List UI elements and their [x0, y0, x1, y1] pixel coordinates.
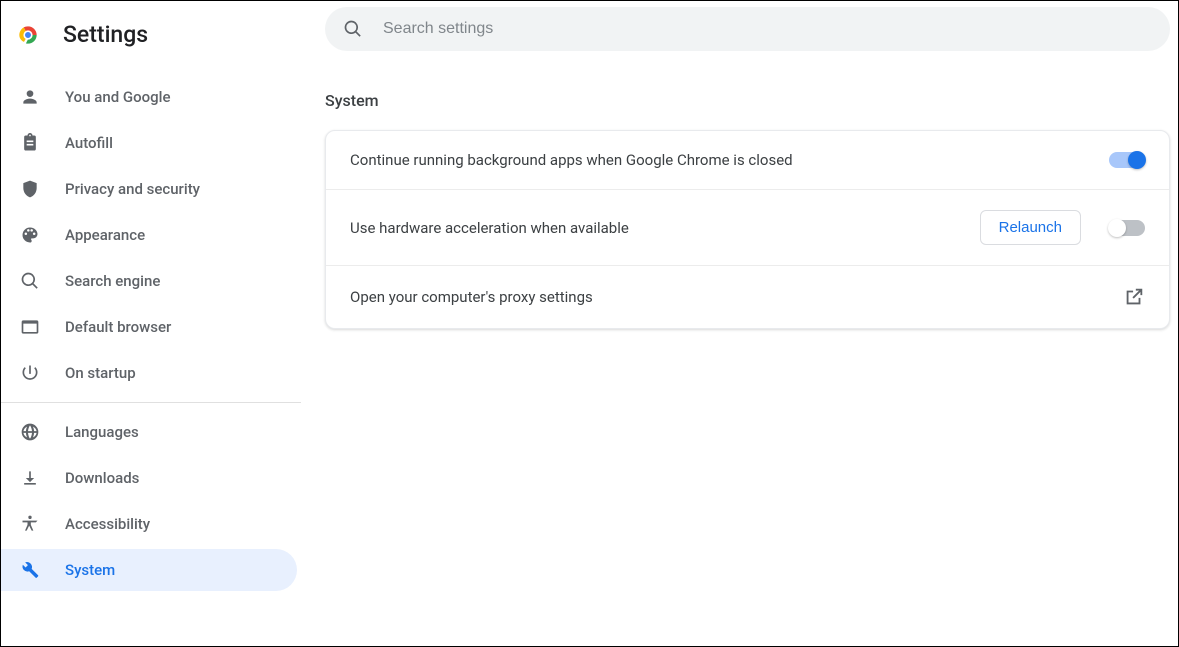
sidebar-item-label: Languages [65, 423, 139, 441]
sidebar-item-search-engine[interactable]: Search engine [1, 260, 297, 302]
download-icon [19, 468, 41, 488]
sidebar-item-languages[interactable]: Languages [1, 411, 297, 453]
accessibility-icon [19, 514, 41, 534]
sidebar-item-label: Search engine [65, 272, 160, 290]
sidebar-item-appearance[interactable]: Appearance [1, 214, 297, 256]
sidebar-item-label: Privacy and security [65, 180, 200, 198]
row-label: Use hardware acceleration when available [350, 219, 629, 237]
search-bar[interactable] [325, 7, 1170, 51]
globe-icon [19, 422, 41, 442]
search-icon [343, 19, 363, 39]
sidebar-item-label: You and Google [65, 88, 170, 106]
sidebar-item-label: Default browser [65, 318, 171, 336]
sidebar-divider [1, 402, 301, 403]
search-input[interactable] [383, 20, 1152, 38]
palette-icon [19, 225, 41, 245]
person-icon [19, 87, 41, 107]
sidebar-item-autofill[interactable]: Autofill [1, 122, 297, 164]
wrench-icon [19, 560, 41, 580]
row-background-apps: Continue running background apps when Go… [326, 131, 1169, 190]
sidebar-item-system[interactable]: System [1, 549, 297, 591]
row-proxy-settings[interactable]: Open your computer's proxy settings [326, 266, 1169, 328]
row-label: Open your computer's proxy settings [350, 288, 593, 306]
sidebar-item-label: Appearance [65, 226, 145, 244]
settings-card: Continue running background apps when Go… [325, 130, 1170, 329]
toggle-hardware-accel[interactable] [1109, 220, 1145, 236]
row-hardware-accel: Use hardware acceleration when available… [326, 190, 1169, 266]
sidebar-item-label: System [65, 561, 115, 579]
sidebar-item-on-startup[interactable]: On startup [1, 352, 297, 394]
clipboard-icon [19, 133, 41, 153]
sidebar-item-label: On startup [65, 364, 136, 382]
sidebar-item-label: Autofill [65, 134, 113, 152]
search-icon [19, 271, 41, 291]
sidebar-item-privacy[interactable]: Privacy and security [1, 168, 297, 210]
chrome-logo-icon [15, 22, 41, 48]
section-title: System [325, 91, 1170, 110]
browser-icon [19, 317, 41, 337]
app-title: Settings [63, 21, 148, 48]
sidebar-item-label: Accessibility [65, 515, 150, 533]
relaunch-button[interactable]: Relaunch [980, 210, 1081, 245]
sidebar-item-label: Downloads [65, 469, 139, 487]
row-label: Continue running background apps when Go… [350, 151, 793, 169]
sidebar-nav: You and Google Autofill Privacy and secu… [1, 66, 301, 595]
power-icon [19, 363, 41, 383]
sidebar-item-you-and-google[interactable]: You and Google [1, 76, 297, 118]
main-content: System Continue running background apps … [301, 1, 1178, 646]
open-external-icon [1123, 286, 1145, 308]
shield-icon [19, 179, 41, 199]
sidebar-item-accessibility[interactable]: Accessibility [1, 503, 297, 545]
sidebar-item-downloads[interactable]: Downloads [1, 457, 297, 499]
sidebar: Settings You and Google Autofill Privacy… [1, 1, 301, 646]
toggle-background-apps[interactable] [1109, 152, 1145, 168]
sidebar-item-default-browser[interactable]: Default browser [1, 306, 297, 348]
brand: Settings [1, 13, 301, 66]
